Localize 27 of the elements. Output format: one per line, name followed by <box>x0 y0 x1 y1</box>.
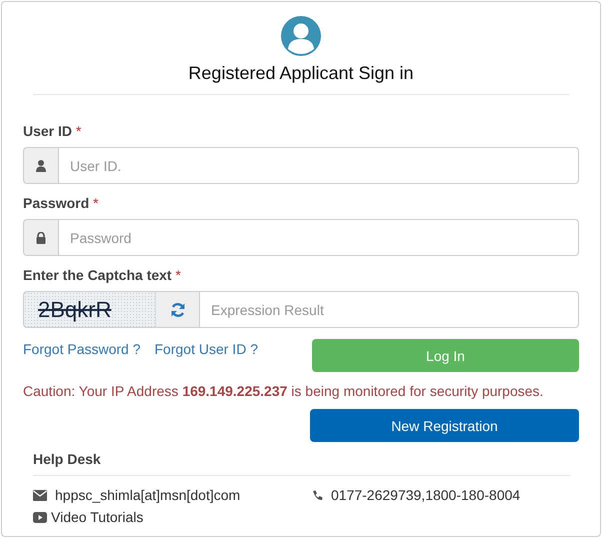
required-mark: * <box>175 267 181 283</box>
captcha-image: 2BqkrR <box>23 291 155 328</box>
input-field[interactable]: Expression Result <box>199 291 579 328</box>
field-label: Password <box>23 195 90 211</box>
field-label: Enter the Captcha text <box>23 267 172 283</box>
user-avatar-icon <box>281 16 321 56</box>
link[interactable]: Forgot Password ? <box>23 341 140 357</box>
required-mark: * <box>76 123 82 139</box>
lock-icon <box>36 232 46 244</box>
phone-icon <box>312 490 323 500</box>
user-icon <box>36 160 46 172</box>
help-desk-title: Help Desk <box>33 450 102 469</box>
field-label: User ID <box>23 123 72 139</box>
form-title: Registered Applicant Sign in <box>188 63 414 84</box>
refresh-icon[interactable] <box>170 302 186 318</box>
new-registration-button[interactable]: New Registration <box>310 409 579 442</box>
required-mark: * <box>93 195 98 211</box>
caution-message: Caution: Your IP Address 169.149.225.237 is being monitored for security purposes. <box>23 382 544 401</box>
email-text: hppsc_shimla[at]msn[dot]com <box>55 486 240 504</box>
video-icon <box>33 512 47 522</box>
phone-text: 0177-2629739,1800-180-8004 <box>331 486 520 504</box>
link[interactable]: Forgot User ID ? <box>154 341 258 357</box>
input-field[interactable]: User ID. <box>58 147 579 184</box>
login-button[interactable]: Log In <box>312 339 579 372</box>
video-tutorials-link[interactable]: Video Tutorials <box>51 508 144 526</box>
input-field[interactable]: Password <box>58 219 579 256</box>
envelope-icon <box>33 490 47 500</box>
